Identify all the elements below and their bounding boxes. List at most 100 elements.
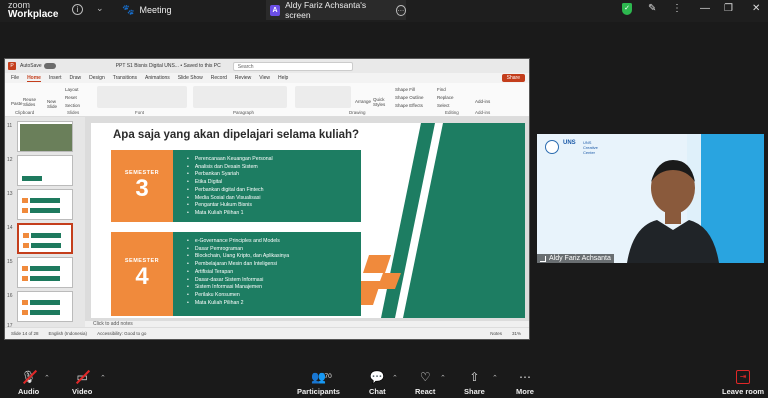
- chat-button[interactable]: 💬 Chat: [369, 370, 386, 396]
- language-indicator[interactable]: English (Indonesia): [49, 331, 88, 336]
- thumb-org: [23, 233, 29, 238]
- react-button[interactable]: ♡ React: [415, 370, 435, 396]
- menu-review[interactable]: Review: [235, 75, 251, 81]
- current-slide[interactable]: Apa saja yang akan dipelajari selama kul…: [91, 123, 525, 318]
- thumb-org: [22, 198, 28, 203]
- font-controls[interactable]: [97, 86, 187, 108]
- participants-button[interactable]: 👥 70 Participants: [297, 370, 340, 396]
- menu-insert[interactable]: Insert: [49, 75, 62, 81]
- thumb-org: [23, 243, 29, 248]
- share-button[interactable]: Share: [501, 74, 525, 82]
- select-button[interactable]: Select: [437, 103, 450, 108]
- menu-help[interactable]: Help: [278, 75, 288, 81]
- subject-item: Etika Digital: [187, 179, 273, 187]
- more-options-icon[interactable]: …: [395, 4, 406, 16]
- thumb-bar: [30, 300, 60, 305]
- semester-number: 3: [135, 175, 149, 202]
- subject-item: Perencanaan Keuangan Personal: [187, 156, 273, 164]
- minimize-icon[interactable]: —: [700, 3, 710, 14]
- add-ins-button[interactable]: Add-ins: [475, 99, 490, 104]
- shapes-gallery[interactable]: [295, 86, 351, 108]
- react-label: React: [415, 387, 436, 396]
- share-screen-button[interactable]: ⇧ Share: [464, 370, 485, 396]
- grid-icon[interactable]: ⋮: [672, 3, 682, 14]
- react-options-caret[interactable]: ⌃: [440, 374, 446, 382]
- subject-item: Mata Kuliah Pilihan 1: [187, 210, 273, 218]
- menu-home[interactable]: Home: [27, 75, 41, 82]
- more-button[interactable]: ⋯ More: [516, 370, 534, 396]
- group-paragraph: Paragraph: [233, 110, 255, 115]
- menu-transitions[interactable]: Transitions: [113, 75, 137, 81]
- chat-options-caret[interactable]: ⌃: [392, 374, 398, 382]
- pin-icon[interactable]: ✎: [648, 3, 656, 14]
- chevron-down-icon[interactable]: ⌄: [96, 3, 104, 14]
- audio-button[interactable]: 🎙 Audio: [18, 369, 39, 396]
- paw-icon: 🐾: [122, 4, 135, 16]
- maximize-icon[interactable]: ❐: [724, 3, 733, 14]
- menu-animations[interactable]: Animations: [145, 75, 170, 81]
- thumb-number: 12: [7, 157, 13, 163]
- notes-toggle[interactable]: Notes: [490, 331, 502, 336]
- thumb-bar: [30, 208, 60, 213]
- shield-icon[interactable]: ✓: [622, 3, 632, 15]
- paste-button[interactable]: Paste: [11, 101, 23, 106]
- uns-text: UNS: [563, 140, 576, 146]
- thumbnail-slide-12[interactable]: [17, 155, 73, 186]
- menu-file[interactable]: File: [11, 75, 19, 81]
- share-options-caret[interactable]: ⌃: [492, 374, 498, 382]
- reset-button[interactable]: Reset: [65, 95, 77, 100]
- video-options-caret[interactable]: ⌃: [100, 374, 106, 382]
- participant-video[interactable]: UNS UNS Creative Center Aldy Fariz Achsa…: [537, 134, 764, 263]
- tab-shared-screen[interactable]: A Aldy Fariz Achsanta's screen …: [266, 0, 406, 20]
- info-icon[interactable]: i: [72, 4, 83, 15]
- close-icon[interactable]: ✕: [752, 3, 760, 14]
- more-dots-icon: ⋯: [518, 370, 531, 384]
- paragraph-controls[interactable]: [193, 86, 287, 108]
- menu-slide-show[interactable]: Slide Show: [178, 75, 203, 81]
- menu-record[interactable]: Record: [211, 75, 227, 81]
- new-slide-button[interactable]: New Slide: [47, 99, 63, 109]
- menu-draw[interactable]: Draw: [69, 75, 81, 81]
- replace-button[interactable]: Replace: [437, 95, 454, 100]
- ppt-title-bar: P AutoSave PPT S1 Bisnis Digital UNS... …: [5, 59, 529, 73]
- group-editing: Editing: [445, 110, 459, 115]
- zoom-level[interactable]: 31%: [512, 331, 521, 336]
- leave-room-button[interactable]: ⇥ Leave room: [722, 370, 764, 396]
- participants-count: 70: [324, 373, 332, 380]
- menu-view[interactable]: View: [259, 75, 270, 81]
- thumb-bar: [31, 233, 61, 238]
- subject-item: Perilaku Konsumen: [187, 292, 289, 300]
- subject-item: Blockchain, Uang Kripto, dan Aplikasinya: [187, 253, 289, 261]
- search-input[interactable]: Search: [232, 61, 353, 71]
- thumb-bar: [22, 176, 42, 181]
- thumb-bar: [30, 310, 60, 315]
- document-name[interactable]: PPT S1 Bisnis Digital UNS... • Saved to …: [116, 63, 221, 69]
- thumbnail-slide-14[interactable]: [17, 223, 73, 254]
- slide-counter: Slide 14 of 28: [11, 331, 39, 336]
- semester-3-subjects: Perencanaan Keuangan Personal Analisis d…: [187, 156, 273, 218]
- tab-meeting[interactable]: 🐾 Meeting: [122, 3, 171, 17]
- layout-button[interactable]: Layout: [65, 87, 79, 92]
- thumbnail-slide-11[interactable]: [17, 121, 73, 152]
- thumb-bar: [30, 266, 60, 271]
- shape-fill-button[interactable]: Shape Fill: [395, 87, 415, 92]
- quick-styles-button[interactable]: Quick Styles: [373, 97, 389, 107]
- shape-outline-button[interactable]: Shape Outline: [395, 95, 424, 100]
- find-button[interactable]: Find: [437, 87, 446, 92]
- arrange-button[interactable]: Arrange: [355, 99, 371, 104]
- thumbnail-slide-15[interactable]: [17, 257, 73, 288]
- thumbnail-slide-16[interactable]: [17, 291, 73, 322]
- section-button[interactable]: Section: [65, 103, 80, 108]
- menu-design[interactable]: Design: [89, 75, 105, 81]
- thumbnail-slide-13[interactable]: [17, 189, 73, 220]
- video-button[interactable]: ▭ Video: [72, 369, 92, 396]
- autosave-toggle[interactable]: [43, 63, 56, 69]
- audio-options-caret[interactable]: ⌃: [44, 374, 50, 382]
- share-screen-icon: ⇧: [469, 370, 480, 384]
- slide-canvas[interactable]: Apa saja yang akan dipelajari selama kul…: [85, 117, 529, 329]
- accessibility-status[interactable]: Accessibility: Good to go: [97, 331, 146, 336]
- reuse-slides-button[interactable]: Reuse Slides: [23, 97, 37, 107]
- shape-effects-button[interactable]: Shape Effects: [395, 103, 423, 108]
- chat-label: Chat: [369, 387, 386, 396]
- leave-label: Leave room: [722, 387, 765, 396]
